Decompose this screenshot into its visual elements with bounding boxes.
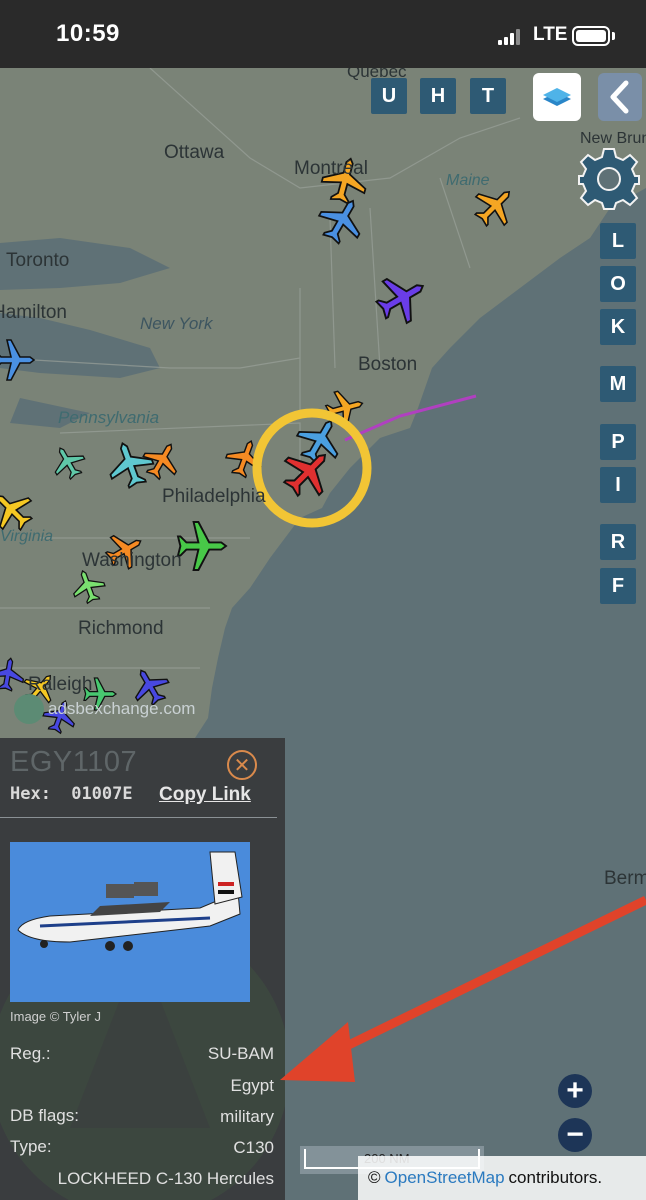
country-value: Egypt (230, 1076, 274, 1095)
place-label: New York (140, 314, 213, 333)
image-credit: Image © Tyler J (10, 1009, 101, 1024)
type-value: C130 (233, 1138, 274, 1157)
layers-icon (543, 88, 571, 106)
place-label: Philadelphia (162, 486, 266, 507)
zoom-out-button[interactable]: − (558, 1118, 592, 1152)
button-h[interactable]: H (420, 78, 456, 114)
map-attribution: © OpenStreetMap contributors. (358, 1156, 646, 1200)
reg-label: Reg.: (10, 1044, 51, 1063)
place-label: Toronto (6, 250, 70, 271)
status-bar: 10:59 LTE (0, 0, 646, 68)
place-label: Ottawa (164, 142, 225, 163)
hex-label: Hex: (10, 784, 51, 804)
button-m[interactable]: M (600, 366, 636, 402)
layers-button[interactable] (533, 73, 581, 121)
place-label: Pennsylvania (58, 408, 160, 427)
collapse-panel-button[interactable] (598, 73, 642, 121)
adsbexchange-watermark: adsbexchange.com (14, 694, 195, 724)
place-label: Virginia (0, 528, 54, 545)
button-o[interactable]: O (600, 266, 636, 302)
place-label: Hamilton (0, 302, 67, 323)
aircraft-photo[interactable] (10, 842, 250, 1002)
hex-value: 01007E (71, 784, 133, 804)
button-i[interactable]: I (600, 467, 636, 503)
place-label: Maine (446, 172, 490, 189)
signal-icon (498, 29, 524, 45)
close-icon[interactable]: ✕ (227, 750, 257, 780)
db-flags-value: military (220, 1107, 274, 1126)
button-r[interactable]: R (600, 524, 636, 560)
hex-row: Hex: 01007E (10, 784, 133, 804)
aircraft-info-panel: EGY1107 ✕ Hex: 01007E Copy Link Image © … (0, 738, 285, 1200)
button-f[interactable]: F (600, 568, 636, 604)
place-label: Boston (358, 354, 418, 375)
place-label: Montréal (294, 158, 368, 179)
zoom-in-button[interactable]: + (558, 1074, 592, 1108)
button-u[interactable]: U (371, 78, 407, 114)
divider (0, 817, 277, 818)
button-k[interactable]: K (600, 309, 636, 345)
network-label: LTE (533, 24, 568, 45)
openstreetmap-link[interactable]: OpenStreetMap (385, 1168, 505, 1188)
place-label: Bermuda (604, 868, 646, 889)
place-label: Richmond (78, 618, 164, 639)
db-flags-label: DB flags: (10, 1106, 79, 1125)
status-time: 10:59 (56, 20, 120, 47)
battery-icon (572, 26, 610, 46)
chevron-left-icon (610, 80, 629, 114)
adsbexchange-logo-icon (14, 694, 44, 724)
copy-link[interactable]: Copy Link (159, 784, 251, 806)
place-label: Raleigh (28, 674, 93, 695)
place-label: Washington (82, 550, 182, 571)
type-description: LOCKHEED C-130 Hercules (57, 1169, 274, 1188)
button-t[interactable]: T (470, 78, 506, 114)
type-label: Type: (10, 1137, 52, 1156)
button-l[interactable]: L (600, 223, 636, 259)
reg-value: SU-BAM (207, 1044, 274, 1063)
button-p[interactable]: P (600, 424, 636, 460)
aircraft-callsign: EGY1107 (10, 746, 138, 778)
gear-icon[interactable] (576, 146, 642, 212)
